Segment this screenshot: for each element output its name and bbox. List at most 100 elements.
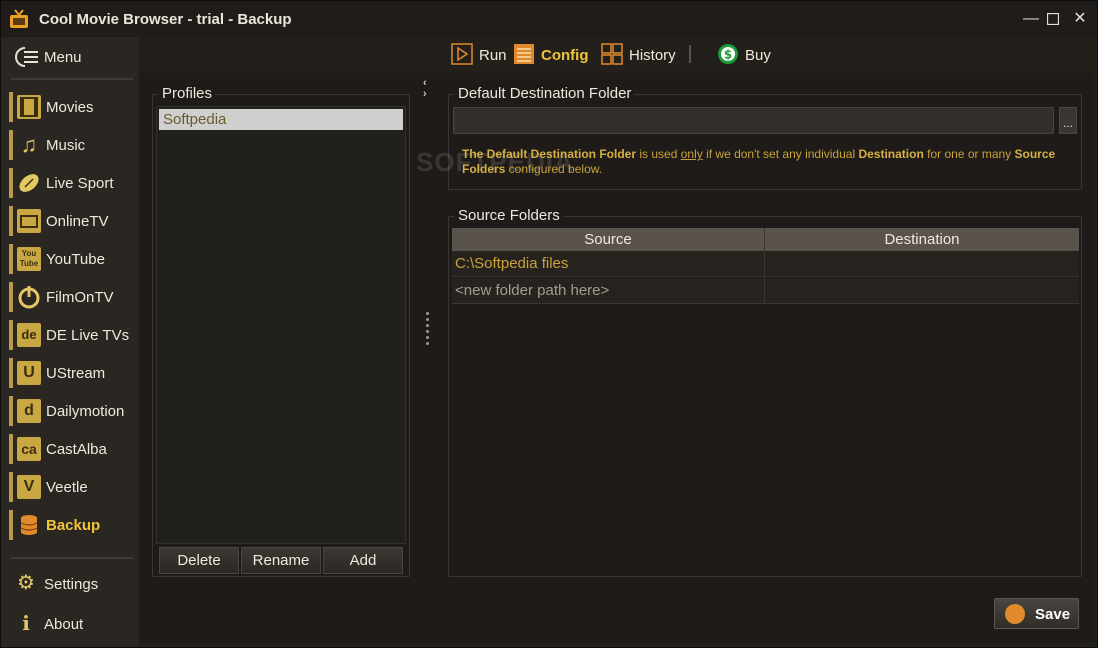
toolbar: Run Config History $ Buy — [139, 37, 1097, 73]
sidebar-item-label: Movies — [46, 99, 94, 116]
profile-list[interactable]: Softpedia — [156, 106, 406, 544]
sidebar-item-label: About — [44, 616, 84, 633]
sidebar-item-music[interactable]: ♫ Music — [9, 127, 135, 163]
item-marker — [9, 358, 13, 388]
chevron-right-icon: › — [423, 88, 427, 100]
item-marker — [9, 244, 13, 274]
tv-icon — [17, 209, 41, 233]
sidebar-item-label: OnlineTV — [46, 213, 109, 230]
save-icon — [1005, 604, 1025, 624]
sidebar-item-label: Music — [46, 137, 86, 154]
youtube-icon: You Tube — [17, 247, 41, 271]
sidebar-item-veetle[interactable]: V Veetle — [9, 469, 135, 505]
config-label: Config — [541, 47, 589, 64]
sidebar-item-label: DE Live TVs — [46, 327, 130, 344]
table-row[interactable]: <new folder path here> — [452, 278, 1079, 304]
item-marker — [9, 434, 13, 464]
item-marker — [9, 510, 13, 540]
source-cell[interactable]: C:\Softpedia files — [452, 251, 764, 277]
sidebar-item-label: Live Sport — [46, 175, 114, 192]
sidebar-item-de-live-tvs[interactable]: de DE Live TVs — [9, 317, 135, 353]
item-marker — [9, 168, 13, 198]
item-marker — [9, 282, 13, 312]
save-button[interactable]: Save — [994, 598, 1079, 629]
app-window: Cool Movie Browser - trial - Backup — ✕ … — [0, 0, 1098, 648]
save-label: Save — [1035, 606, 1071, 623]
dailymotion-icon: d — [17, 399, 41, 423]
maximize-icon[interactable] — [1043, 9, 1063, 29]
sidebar-item-settings[interactable]: ⚙ Settings — [13, 568, 133, 598]
item-marker — [9, 472, 13, 502]
sidebar-item-onlinetv[interactable]: OnlineTV — [9, 203, 135, 239]
close-icon[interactable]: ✕ — [1070, 9, 1090, 29]
sidebar-item-youtube[interactable]: You Tube YouTube — [9, 241, 135, 277]
browse-button[interactable]: ... — [1059, 107, 1077, 134]
sidebar-item-label: UStream — [46, 365, 106, 382]
destination-cell[interactable] — [764, 278, 1079, 304]
sidebar-item-live-sport[interactable]: Live Sport — [9, 165, 135, 201]
menu-icon — [15, 47, 38, 67]
sidebar-item-castalba[interactable]: ca CastAlba — [9, 431, 135, 467]
column-header-destination[interactable]: Destination — [764, 228, 1079, 251]
menu-button[interactable]: Menu — [11, 43, 131, 71]
dollar-icon: $ — [718, 44, 738, 64]
list-item[interactable]: Softpedia — [159, 109, 403, 130]
sidebar-item-backup[interactable]: Backup — [9, 507, 135, 543]
veetle-icon: V — [17, 475, 41, 499]
item-marker — [9, 130, 13, 160]
sidebar-item-label: Settings — [44, 576, 99, 593]
football-icon — [19, 174, 39, 192]
toolbar-divider — [689, 45, 691, 63]
sidebar-divider — [11, 557, 133, 559]
item-marker — [9, 320, 13, 350]
column-header-source[interactable]: Source — [452, 228, 764, 251]
title-bar: Cool Movie Browser - trial - Backup — ✕ — [1, 1, 1097, 37]
svg-text:$: $ — [724, 48, 732, 62]
source-cell[interactable]: <new folder path here> — [452, 278, 764, 304]
buy-button[interactable]: $ Buy — [717, 41, 777, 69]
menu-label: Menu — [44, 49, 82, 66]
power-icon — [18, 286, 40, 309]
item-marker — [9, 396, 13, 426]
sidebar-item-filmontv[interactable]: FilmOnTV — [9, 279, 135, 315]
table-header: Source Destination — [452, 228, 1079, 251]
info-icon: i — [22, 611, 30, 635]
destination-folder-input[interactable] — [453, 107, 1054, 134]
sidebar-divider — [11, 78, 133, 80]
sidebar-item-label: CastAlba — [46, 441, 107, 458]
music-note-icon: ♫ — [20, 132, 38, 157]
splitter-handle[interactable] — [426, 312, 430, 352]
sidebar-item-dailymotion[interactable]: d Dailymotion — [9, 393, 135, 429]
collapse-toggle[interactable]: ‹ › — [423, 78, 435, 102]
config-button[interactable]: Config — [513, 41, 593, 69]
sidebar-item-movies[interactable]: Movies — [9, 89, 135, 125]
gear-icon: ⚙ — [17, 572, 35, 594]
history-button[interactable]: History — [601, 41, 683, 69]
film-icon — [17, 95, 41, 119]
tv-app-icon — [10, 9, 28, 28]
list-icon — [514, 44, 534, 64]
minimize-icon[interactable]: — — [1021, 9, 1041, 29]
sidebar-item-label: YouTube — [46, 251, 105, 268]
sidebar-item-label: Backup — [46, 517, 101, 534]
history-icon — [601, 43, 623, 65]
sidebar-item-ustream[interactable]: U UStream — [9, 355, 135, 391]
sidebar-item-label: FilmOnTV — [46, 289, 114, 306]
database-icon — [20, 515, 38, 535]
sidebar: Menu Movies ♫ Music Live Sport OnlineTV … — [1, 37, 139, 647]
destination-title: Default Destination Folder — [455, 85, 635, 102]
ustream-icon: U — [17, 361, 41, 385]
run-button[interactable]: Run — [451, 41, 511, 69]
destination-cell[interactable] — [764, 251, 1079, 277]
item-marker — [9, 206, 13, 236]
destination-hint: The Default Destination Folder is used o… — [462, 147, 1056, 176]
delete-button[interactable]: Delete — [159, 547, 239, 574]
window-title: Cool Movie Browser - trial - Backup — [39, 11, 292, 28]
add-button[interactable]: Add — [323, 547, 403, 574]
sidebar-item-about[interactable]: i About — [13, 608, 133, 638]
rename-button[interactable]: Rename — [241, 547, 321, 574]
table-row[interactable]: C:\Softpedia files — [452, 251, 1079, 277]
play-icon — [451, 43, 473, 65]
sidebar-item-label: Dailymotion — [46, 403, 125, 420]
de-icon: de — [17, 323, 41, 347]
